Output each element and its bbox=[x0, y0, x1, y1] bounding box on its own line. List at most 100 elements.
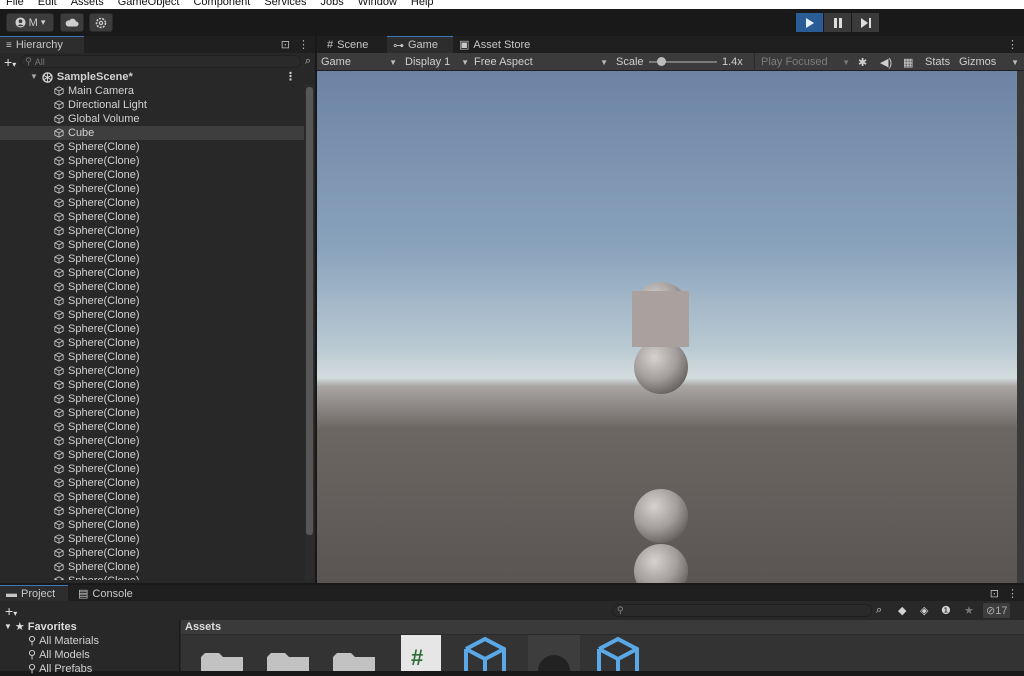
hierarchy-item[interactable]: Sphere(Clone) bbox=[0, 560, 304, 574]
aspect-dropdown[interactable]: Free Aspect ▼ bbox=[474, 53, 608, 71]
pause-button[interactable] bbox=[824, 13, 851, 32]
hierarchy-item[interactable]: Sphere(Clone) bbox=[0, 434, 304, 448]
hierarchy-item[interactable]: Sphere(Clone) bbox=[0, 392, 304, 406]
search-filter-icon[interactable]: ⌕ bbox=[876, 604, 882, 617]
play-button[interactable] bbox=[796, 13, 823, 32]
hidden-packages-toggle[interactable]: ⊘17 bbox=[983, 603, 1011, 618]
hierarchy-item[interactable]: Sphere(Clone) bbox=[0, 504, 304, 518]
hierarchy-item[interactable]: Sphere(Clone) bbox=[0, 266, 304, 280]
dropdown-arrow-icon: ▼ bbox=[842, 57, 850, 67]
menu-item-window[interactable]: Window bbox=[358, 0, 397, 8]
menu-item-jobs[interactable]: Jobs bbox=[321, 0, 344, 8]
gizmos-dropdown[interactable]: Gizmos ▼ bbox=[959, 53, 1019, 71]
hierarchy-item[interactable]: Sphere(Clone) bbox=[0, 238, 304, 252]
keyboard-icon[interactable]: ▦ bbox=[903, 53, 913, 71]
menu-item-gameobject[interactable]: GameObject bbox=[118, 0, 180, 8]
speaker-icon[interactable]: ◀) bbox=[880, 53, 892, 71]
hierarchy-item[interactable]: Sphere(Clone) bbox=[0, 210, 304, 224]
scrollbar-thumb[interactable] bbox=[306, 87, 313, 535]
hierarchy-item-label: Sphere(Clone) bbox=[68, 435, 140, 447]
hierarchy-item[interactable]: Sphere(Clone) bbox=[0, 378, 304, 392]
hierarchy-item[interactable]: Sphere(Clone) bbox=[0, 350, 304, 364]
hierarchy-scrollbar[interactable] bbox=[305, 85, 314, 579]
add-button[interactable]: +▾ bbox=[4, 54, 16, 70]
play-focused-dropdown[interactable]: Play Focused ▼ bbox=[754, 53, 850, 71]
tab-asset-store[interactable]: ▣ Asset Store bbox=[453, 36, 536, 53]
hierarchy-item[interactable]: Sphere(Clone) bbox=[0, 168, 304, 182]
hierarchy-item[interactable]: Global Volume bbox=[0, 112, 304, 126]
more-options-icon[interactable]: ⋮ bbox=[1007, 587, 1018, 600]
hierarchy-item[interactable]: Sphere(Clone) bbox=[0, 280, 304, 294]
hierarchy-item[interactable]: Sphere(Clone) bbox=[0, 294, 304, 308]
game-mode-dropdown[interactable]: Game ▼ bbox=[321, 53, 397, 71]
hierarchy-item[interactable]: Sphere(Clone) bbox=[0, 490, 304, 504]
lock-icon[interactable]: ⊡ bbox=[990, 587, 999, 600]
settings-button[interactable] bbox=[89, 13, 113, 32]
label-filter-icon[interactable]: ◈ bbox=[920, 604, 928, 617]
hierarchy-item[interactable]: Sphere(Clone) bbox=[0, 252, 304, 266]
bug-icon[interactable]: ✱ bbox=[858, 53, 867, 71]
hierarchy-item[interactable]: Sphere(Clone) bbox=[0, 196, 304, 210]
tab-project[interactable]: ▬ Project bbox=[0, 585, 68, 602]
game-view-scrollbar[interactable] bbox=[1017, 71, 1024, 583]
folder-icon: ▬ bbox=[6, 588, 17, 600]
hierarchy-item[interactable]: Sphere(Clone) bbox=[0, 336, 304, 350]
favorites-row[interactable]: ▼ ★ Favorites bbox=[0, 620, 179, 634]
hierarchy-item[interactable]: Sphere(Clone) bbox=[0, 448, 304, 462]
menu-item-component[interactable]: Component bbox=[193, 0, 250, 8]
hierarchy-item[interactable]: Sphere(Clone) bbox=[0, 322, 304, 336]
hierarchy-item[interactable]: Sphere(Clone) bbox=[0, 140, 304, 154]
warning-filter-icon[interactable]: ❶ bbox=[941, 604, 951, 617]
step-button[interactable] bbox=[852, 13, 879, 32]
game-viewport[interactable] bbox=[317, 71, 1017, 583]
lock-icon[interactable]: ⊡ bbox=[281, 38, 290, 51]
scale-slider[interactable] bbox=[649, 53, 717, 71]
cloud-button[interactable] bbox=[60, 13, 84, 32]
more-options-icon[interactable]: ⋮ bbox=[285, 70, 296, 84]
menu-item-help[interactable]: Help bbox=[411, 0, 434, 8]
hierarchy-item[interactable]: Sphere(Clone) bbox=[0, 182, 304, 196]
more-options-icon[interactable]: ⋮ bbox=[1007, 38, 1018, 51]
account-button[interactable]: M ▾ bbox=[6, 13, 54, 32]
hierarchy-item[interactable]: Directional Light bbox=[0, 98, 304, 112]
hierarchy-item[interactable]: Sphere(Clone) bbox=[0, 476, 304, 490]
game-tab-label: Game bbox=[408, 39, 438, 51]
scale-slider-knob[interactable] bbox=[657, 57, 667, 66]
hierarchy-item[interactable]: Sphere(Clone) bbox=[0, 308, 304, 322]
hierarchy-search-input[interactable]: ⚲ All bbox=[20, 55, 301, 68]
hierarchy-item[interactable]: Sphere(Clone) bbox=[0, 154, 304, 168]
add-asset-button[interactable]: +▾ bbox=[5, 603, 17, 619]
hierarchy-item[interactable]: Sphere(Clone) bbox=[0, 546, 304, 560]
menu-item-services[interactable]: Services bbox=[264, 0, 306, 8]
display-dropdown[interactable]: Display 1 ▼ bbox=[405, 53, 469, 71]
hierarchy-item[interactable]: Main Camera bbox=[0, 84, 304, 98]
scene-row[interactable]: ▼ SampleScene* ⋮ bbox=[0, 70, 304, 84]
menu-item-assets[interactable]: Assets bbox=[71, 0, 104, 8]
hierarchy-item[interactable]: Sphere(Clone) bbox=[0, 406, 304, 420]
hierarchy-item[interactable]: Sphere(Clone) bbox=[0, 364, 304, 378]
menu-item-edit[interactable]: Edit bbox=[38, 0, 57, 8]
tab-console[interactable]: ▤ Console bbox=[72, 585, 139, 602]
project-tab-label: Project bbox=[21, 588, 56, 600]
hierarchy-item[interactable]: Sphere(Clone) bbox=[0, 462, 304, 476]
hierarchy-item[interactable]: Cube bbox=[0, 126, 304, 140]
tab-scene[interactable]: # Scene bbox=[321, 36, 374, 53]
more-options-icon[interactable]: ⋮ bbox=[298, 38, 309, 51]
hierarchy-item[interactable]: Sphere(Clone) bbox=[0, 574, 304, 580]
tab-hierarchy[interactable]: ≡ Hierarchy bbox=[0, 36, 84, 53]
favorites-item[interactable]: ⚲ All Materials bbox=[0, 634, 179, 648]
gameobject-cube-icon bbox=[54, 380, 64, 390]
hierarchy-item[interactable]: Sphere(Clone) bbox=[0, 420, 304, 434]
favorites-item[interactable]: ⚲ All Prefabs bbox=[0, 662, 179, 676]
star-icon[interactable]: ★ bbox=[964, 604, 974, 617]
project-search-input[interactable]: ⚲ bbox=[612, 604, 872, 617]
menu-item-file[interactable]: File bbox=[6, 0, 24, 8]
search-filter-icon[interactable]: ⌕ bbox=[305, 55, 311, 68]
type-filter-icon[interactable]: ◆ bbox=[898, 604, 906, 617]
hierarchy-item[interactable]: Sphere(Clone) bbox=[0, 532, 304, 546]
hierarchy-item[interactable]: Sphere(Clone) bbox=[0, 224, 304, 238]
favorites-item[interactable]: ⚲ All Models bbox=[0, 648, 179, 662]
stats-button[interactable]: Stats bbox=[925, 53, 950, 71]
hierarchy-item[interactable]: Sphere(Clone) bbox=[0, 518, 304, 532]
tab-game[interactable]: ⊶ Game bbox=[387, 36, 453, 53]
